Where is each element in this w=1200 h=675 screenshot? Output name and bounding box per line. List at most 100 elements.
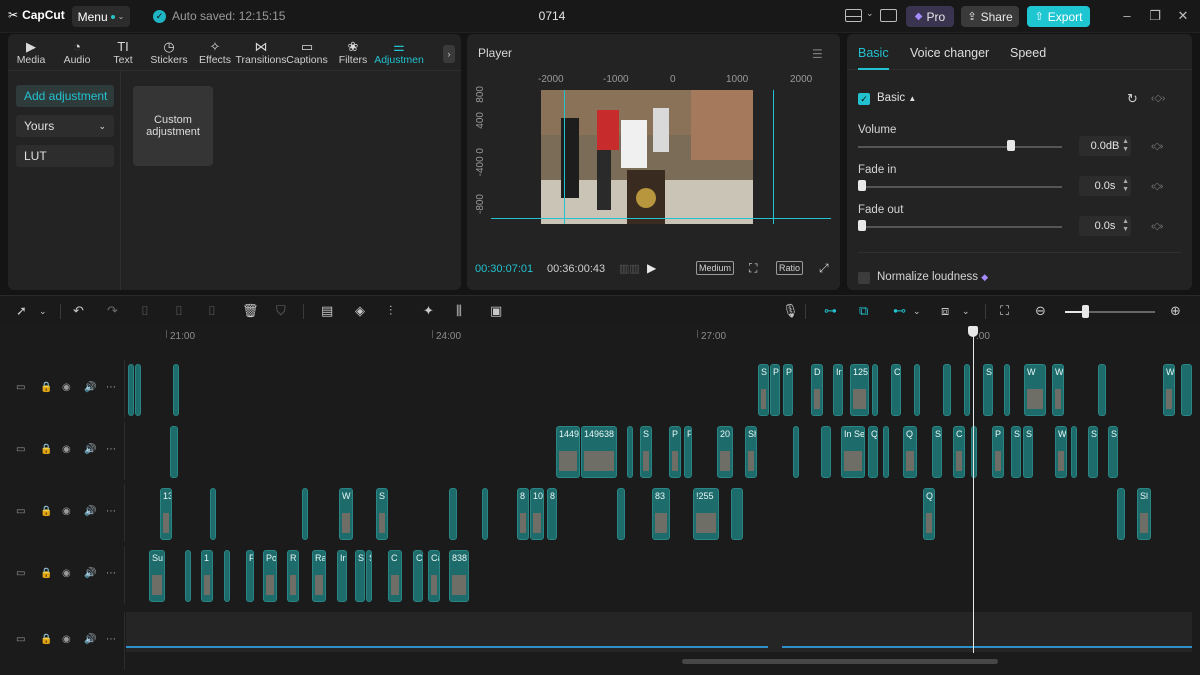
video-clip[interactable] <box>943 364 951 416</box>
keyframe-icon[interactable]: ‹◇› <box>1151 141 1163 152</box>
eye-icon[interactable]: ◉ <box>62 568 71 579</box>
video-clip[interactable] <box>210 488 216 540</box>
tab-basic[interactable]: Basic <box>858 46 889 60</box>
video-clip[interactable]: Co <box>413 550 423 602</box>
export-button[interactable]: ⇧ Export <box>1027 6 1090 27</box>
play-button[interactable]: ▶ <box>647 261 656 275</box>
video-clip[interactable]: Sh <box>745 426 757 478</box>
mask-icon[interactable]: ◈ <box>355 303 365 319</box>
video-clip[interactable]: Q <box>868 426 878 478</box>
media-settings-icon[interactable]: ▤ <box>321 303 333 319</box>
track-lane[interactable]: S P P D In 125 C S W W W <box>126 360 1192 418</box>
lut-item[interactable]: LUT <box>16 145 114 167</box>
fade-in-slider-handle[interactable] <box>858 180 866 191</box>
video-clip[interactable]: S <box>758 364 769 416</box>
minimize-icon[interactable]: – <box>1120 9 1134 23</box>
link-clips-icon[interactable]: ⊶ <box>824 303 837 319</box>
video-clip[interactable]: 8 <box>547 488 557 540</box>
share-button[interactable]: ⇪ Share <box>961 6 1019 27</box>
video-clip[interactable] <box>1071 426 1077 478</box>
tab-effects[interactable]: ✧ Effects <box>192 34 238 71</box>
tab-audio[interactable]: ◔ Audio <box>54 34 100 71</box>
tab-text[interactable]: TI Text <box>100 34 146 71</box>
lock-icon[interactable]: 🔒 <box>40 382 52 393</box>
stepper-icon[interactable]: ▲ ▼ <box>1122 178 1129 194</box>
video-clip[interactable]: P <box>684 426 692 478</box>
video-clip[interactable] <box>731 488 743 540</box>
track-type-icon[interactable]: ▭ <box>16 634 25 645</box>
video-clip[interactable] <box>302 488 308 540</box>
volume-slider[interactable] <box>858 146 1062 148</box>
video-clip[interactable] <box>821 426 831 478</box>
microphone-icon[interactable]: 🎙 <box>782 303 799 319</box>
video-clip[interactable] <box>185 550 191 602</box>
zoom-out-icon[interactable]: ⊖ <box>1035 303 1046 319</box>
video-clip[interactable] <box>224 550 230 602</box>
basic-section-label[interactable]: Basic ▲ <box>877 92 916 104</box>
stepper-icon[interactable]: ▲ ▼ <box>1122 138 1129 154</box>
video-clip[interactable] <box>135 364 141 416</box>
video-clip[interactable]: Su <box>149 550 165 602</box>
video-clip[interactable]: W <box>1163 364 1175 416</box>
video-clip[interactable] <box>128 364 134 416</box>
video-clip[interactable]: S <box>355 550 365 602</box>
video-clip[interactable]: 20 <box>717 426 733 478</box>
video-clip[interactable]: S <box>1108 426 1118 478</box>
linkage-icon[interactable]: ⊷ <box>893 303 906 319</box>
eye-icon[interactable]: ◉ <box>62 382 71 393</box>
video-clip[interactable] <box>1098 364 1106 416</box>
tab-stickers[interactable]: ◷ Stickers <box>146 34 192 71</box>
tab-transitions[interactable]: ⋈ Transitions <box>236 34 287 71</box>
screenshot-icon[interactable]: ⛶ <box>749 261 757 276</box>
select-tool-icon[interactable]: ➚ <box>16 303 27 319</box>
layout-icon[interactable] <box>845 9 862 22</box>
volume-slider-handle[interactable] <box>1007 140 1015 151</box>
speaker-icon[interactable]: 🔊 <box>84 568 96 579</box>
video-clip[interactable]: 125 <box>850 364 869 416</box>
split-left-icon[interactable]: ⌷ <box>175 303 183 319</box>
video-clip[interactable] <box>1004 364 1010 416</box>
video-clip[interactable]: R <box>287 550 299 602</box>
video-clip[interactable] <box>914 364 920 416</box>
image-icon[interactable]: ▣ <box>490 303 502 319</box>
tab-captions[interactable]: ▭ Captions <box>284 34 330 71</box>
adjust-icon[interactable]: ⫶ <box>389 303 392 319</box>
add-adjustment-button[interactable]: Add adjustment <box>16 85 114 107</box>
video-clip[interactable] <box>170 426 178 478</box>
basic-checkbox[interactable]: ✓ <box>858 93 870 105</box>
fade-in-slider[interactable] <box>858 186 1062 188</box>
tab-speed[interactable]: Speed <box>1010 46 1046 60</box>
chevron-down-icon[interactable]: ⌄ <box>913 303 921 319</box>
volume-input[interactable]: 0.0dB ▲ ▼ <box>1079 136 1131 156</box>
eye-icon[interactable]: ◉ <box>62 444 71 455</box>
audio-clip-line[interactable] <box>782 646 1192 648</box>
video-clip[interactable]: W <box>1024 364 1046 416</box>
audio-clip-line[interactable] <box>126 646 768 648</box>
more-icon[interactable]: ⋯ <box>106 444 116 455</box>
magic-wand-icon[interactable]: ✦ <box>423 303 434 319</box>
video-clip[interactable]: W <box>1055 426 1067 478</box>
video-clip[interactable]: W <box>1052 364 1064 416</box>
preview-axis-icon[interactable]: ⧈ <box>941 303 949 319</box>
layout-dropdown-icon[interactable]: ⌄ <box>866 8 874 19</box>
chevron-down-icon[interactable]: ⌄ <box>962 303 970 319</box>
track-type-icon[interactable]: ▭ <box>16 568 25 579</box>
speaker-icon[interactable]: 🔊 <box>84 506 96 517</box>
split-icon[interactable]: ⌷ <box>141 303 149 319</box>
video-clip[interactable]: In <box>833 364 843 416</box>
video-clip[interactable]: S <box>366 550 372 602</box>
delete-icon[interactable]: 🗑 <box>242 303 259 319</box>
more-icon[interactable]: ⋯ <box>106 634 116 645</box>
track-lane[interactable]: 13 W S 8 10 8 83 !255 Q Sl <box>126 484 1192 542</box>
video-clip[interactable]: P <box>246 550 254 602</box>
video-clip[interactable]: !255 <box>693 488 719 540</box>
speaker-icon[interactable]: 🔊 <box>84 444 96 455</box>
video-clip[interactable] <box>883 426 889 478</box>
timeline-ruler[interactable]: 21:00 24:00 27:00 :00 <box>126 326 1200 348</box>
video-clip[interactable] <box>971 426 977 478</box>
speaker-icon[interactable]: 🔊 <box>84 634 96 645</box>
keyboard-icon[interactable] <box>880 9 897 22</box>
track-lane[interactable]: Su 1 P Po R Ra In SS C Co Cas 838 <box>126 546 1192 604</box>
playhead-handle[interactable] <box>968 326 978 337</box>
playhead[interactable] <box>973 326 974 653</box>
